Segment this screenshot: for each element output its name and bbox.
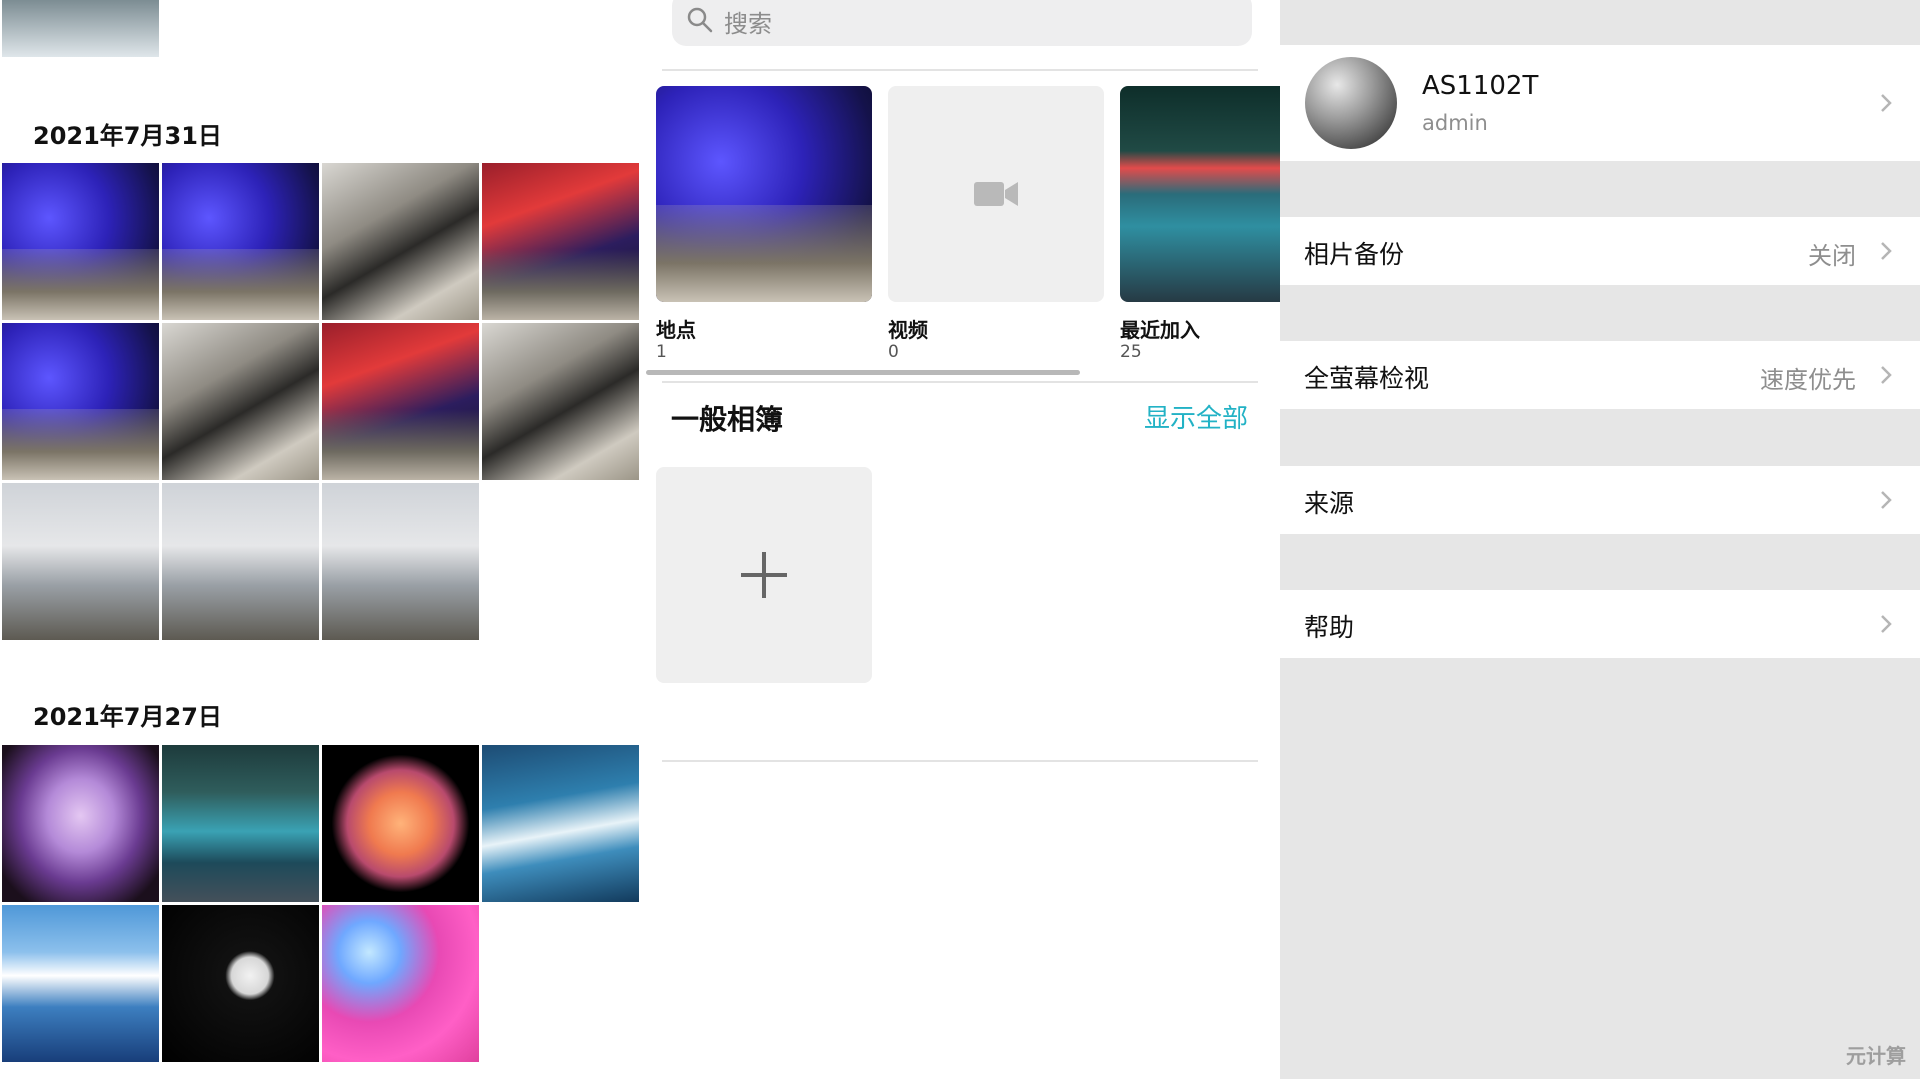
settings-item-fullscreen-view[interactable]: 全萤幕检视 速度优先 bbox=[1280, 341, 1920, 409]
settings-item-value: 速度优先 bbox=[1760, 366, 1856, 394]
account-row[interactable]: AS1102T admin bbox=[1280, 45, 1920, 161]
settings-item-value: 关闭 bbox=[1808, 242, 1856, 270]
photo-thumbnail[interactable] bbox=[322, 905, 479, 1062]
search-icon bbox=[687, 7, 713, 33]
photo-thumbnail[interactable] bbox=[2, 905, 159, 1062]
album-recently-added-thumbnail[interactable] bbox=[1120, 86, 1280, 302]
settings-item-help[interactable]: 帮助 bbox=[1280, 590, 1920, 658]
date-header: 2021年7月27日 bbox=[33, 703, 222, 731]
horizontal-scrollbar[interactable] bbox=[646, 370, 1080, 375]
settings-panel: AS1102T admin 相片备份 关闭 全萤幕检视 速度优先 来源 帮助 元… bbox=[1280, 0, 1920, 1079]
add-album-button[interactable] bbox=[656, 467, 872, 683]
video-camera-icon bbox=[974, 182, 1018, 206]
album-name: 最近加入 bbox=[1120, 318, 1200, 342]
album-videos-thumbnail[interactable] bbox=[888, 86, 1104, 302]
photo-thumbnail[interactable] bbox=[162, 483, 319, 640]
account-name: AS1102T bbox=[1422, 71, 1539, 101]
photo-thumbnail[interactable] bbox=[162, 163, 319, 320]
account-role: admin bbox=[1422, 111, 1488, 135]
avatar bbox=[1305, 57, 1397, 149]
show-all-link[interactable]: 显示全部 bbox=[1144, 398, 1248, 435]
settings-item-label: 相片备份 bbox=[1304, 240, 1405, 269]
album-name: 视频 bbox=[888, 318, 928, 342]
settings-item-source[interactable]: 来源 bbox=[1280, 466, 1920, 534]
plus-icon bbox=[741, 552, 787, 598]
photo-thumbnail[interactable] bbox=[2, 0, 159, 57]
chevron-right-icon bbox=[1881, 94, 1892, 112]
photo-thumbnail[interactable] bbox=[482, 323, 639, 480]
photo-thumbnail[interactable] bbox=[482, 163, 639, 320]
album-places-thumbnail[interactable] bbox=[656, 86, 872, 302]
album-name: 地点 bbox=[656, 318, 696, 342]
photo-thumbnail[interactable] bbox=[322, 163, 479, 320]
search-placeholder: 搜索 bbox=[724, 10, 772, 38]
chevron-right-icon bbox=[1881, 366, 1892, 384]
photo-timeline-panel: 2021年7月31日 2021年7月27日 bbox=[0, 0, 640, 1079]
date-header: 2021年7月31日 bbox=[33, 122, 222, 150]
settings-item-label: 帮助 bbox=[1304, 613, 1355, 642]
photo-thumbnail[interactable] bbox=[322, 323, 479, 480]
album-count: 1 bbox=[656, 342, 667, 362]
photo-thumbnail[interactable] bbox=[2, 745, 159, 902]
section-title: 一般相簿 bbox=[671, 403, 784, 436]
search-input[interactable]: 搜索 bbox=[672, 0, 1252, 46]
album-count: 0 bbox=[888, 342, 899, 362]
photo-thumbnail[interactable] bbox=[322, 745, 479, 902]
album-count: 25 bbox=[1120, 342, 1142, 362]
albums-panel: 搜索 地点 1 视频 0 最近加入 25 一般相簿 显示全部 bbox=[640, 0, 1280, 1079]
divider bbox=[662, 381, 1258, 383]
settings-item-label: 来源 bbox=[1304, 489, 1355, 518]
photo-thumbnail[interactable] bbox=[162, 323, 319, 480]
photo-thumbnail[interactable] bbox=[2, 323, 159, 480]
photo-thumbnail[interactable] bbox=[2, 163, 159, 320]
photo-thumbnail[interactable] bbox=[2, 483, 159, 640]
divider bbox=[662, 69, 1258, 71]
chevron-right-icon bbox=[1881, 242, 1892, 260]
watermark: 元计算 bbox=[1846, 1044, 1906, 1068]
photo-thumbnail[interactable] bbox=[322, 483, 479, 640]
chevron-right-icon bbox=[1881, 615, 1892, 633]
photo-thumbnail[interactable] bbox=[162, 745, 319, 902]
photo-thumbnail[interactable] bbox=[162, 905, 319, 1062]
settings-item-photo-backup[interactable]: 相片备份 关闭 bbox=[1280, 217, 1920, 285]
settings-item-label: 全萤幕检视 bbox=[1304, 364, 1430, 393]
divider bbox=[662, 760, 1258, 762]
chevron-right-icon bbox=[1881, 491, 1892, 509]
photo-thumbnail[interactable] bbox=[482, 745, 639, 902]
